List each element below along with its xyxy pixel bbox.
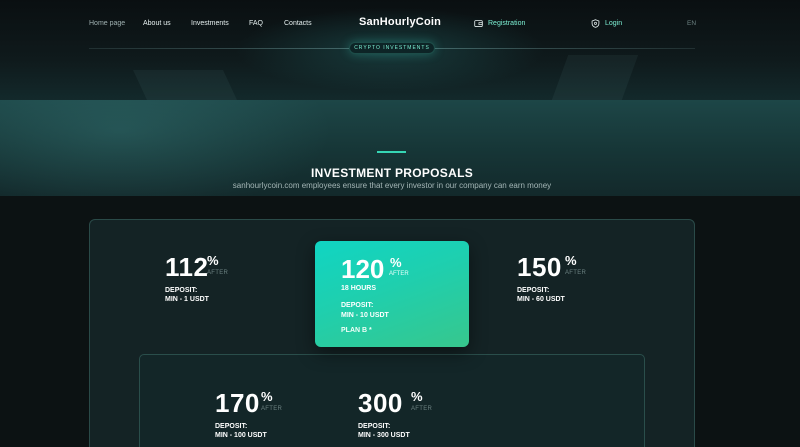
plan-duration: 18 HOURS xyxy=(341,285,377,292)
percent-sign: % xyxy=(207,253,219,268)
after-label: AFTER xyxy=(411,406,433,412)
deposit-min: MIN - 300 USDT xyxy=(358,432,410,439)
plan-percent: 170 xyxy=(215,388,260,418)
plan-card-120-featured[interactable]: 120 % AFTER 18 HOURS DEPOSIT: MIN - 10 U… xyxy=(315,241,469,347)
percent-sign: % xyxy=(411,389,423,404)
registration-label: Registration xyxy=(488,20,526,27)
wallet-icon xyxy=(474,20,483,27)
nav-faq-link[interactable]: FAQ xyxy=(249,20,263,27)
hero-header: Home page About us Investments FAQ Conta… xyxy=(0,0,800,100)
after-label: AFTER xyxy=(207,270,229,276)
nav-contacts-link[interactable]: Contacts xyxy=(284,20,312,27)
deposit-min: MIN - 1 USDT xyxy=(165,296,209,303)
nav-investments-link[interactable]: Investments xyxy=(191,20,229,27)
crypto-investments-badge: CRYPTO INVESTMENTS xyxy=(349,42,435,54)
registration-button[interactable]: Registration xyxy=(474,19,525,28)
deposit-min: MIN - 10 USDT xyxy=(341,312,389,319)
plan-card-300[interactable]: 300 % AFTER DEPOSIT: MIN - 300 USDT xyxy=(358,388,432,439)
plan-percent: 120 xyxy=(341,254,385,284)
shield-icon xyxy=(591,19,600,28)
section-title: INVESTMENT PROPOSALS xyxy=(310,166,474,180)
title-accent-bar xyxy=(377,151,406,153)
plan-card-112[interactable]: 112 % AFTER DEPOSIT: MIN - 1 USDT xyxy=(165,252,228,303)
after-label: AFTER xyxy=(389,271,409,277)
deposit-label: DEPOSIT: xyxy=(215,423,248,430)
decor-shard xyxy=(133,70,237,100)
percent-sign: % xyxy=(565,253,577,268)
site-logo[interactable]: SanHourlyCoin xyxy=(359,16,441,28)
plan-card-170[interactable]: 170 % AFTER DEPOSIT: MIN - 100 USDT xyxy=(215,388,282,439)
section-subtitle: sanhourlycoin.com employees ensure that … xyxy=(232,181,552,190)
percent-sign: % xyxy=(261,389,273,404)
deposit-label: DEPOSIT: xyxy=(358,423,391,430)
login-label: Login xyxy=(605,20,623,27)
deposit-min: MIN - 100 USDT xyxy=(215,432,267,439)
percent-sign: % xyxy=(390,255,402,270)
decor-shard xyxy=(551,55,639,100)
deposit-label: DEPOSIT: xyxy=(341,302,374,309)
top-nav: Home page About us Investments FAQ Conta… xyxy=(0,0,800,48)
plan-percent: 300 xyxy=(358,388,403,418)
nav-about-link[interactable]: About us xyxy=(143,20,171,27)
plan-percent: 150 xyxy=(517,252,562,282)
after-label: AFTER xyxy=(565,270,587,276)
language-switcher[interactable]: EN xyxy=(687,20,696,27)
plan-percent: 112 xyxy=(165,252,209,282)
login-button[interactable]: Login xyxy=(591,19,622,28)
deposit-min: MIN - 60 USDT xyxy=(517,296,565,303)
nav-home-link[interactable]: Home page xyxy=(89,20,125,27)
plan-card-150[interactable]: 150 % AFTER DEPOSIT: MIN - 60 USDT xyxy=(517,252,586,303)
after-label: AFTER xyxy=(261,406,283,412)
plan-name: PLAN B * xyxy=(341,327,372,334)
deposit-label: DEPOSIT: xyxy=(517,287,550,294)
deposit-label: DEPOSIT: xyxy=(165,287,198,294)
